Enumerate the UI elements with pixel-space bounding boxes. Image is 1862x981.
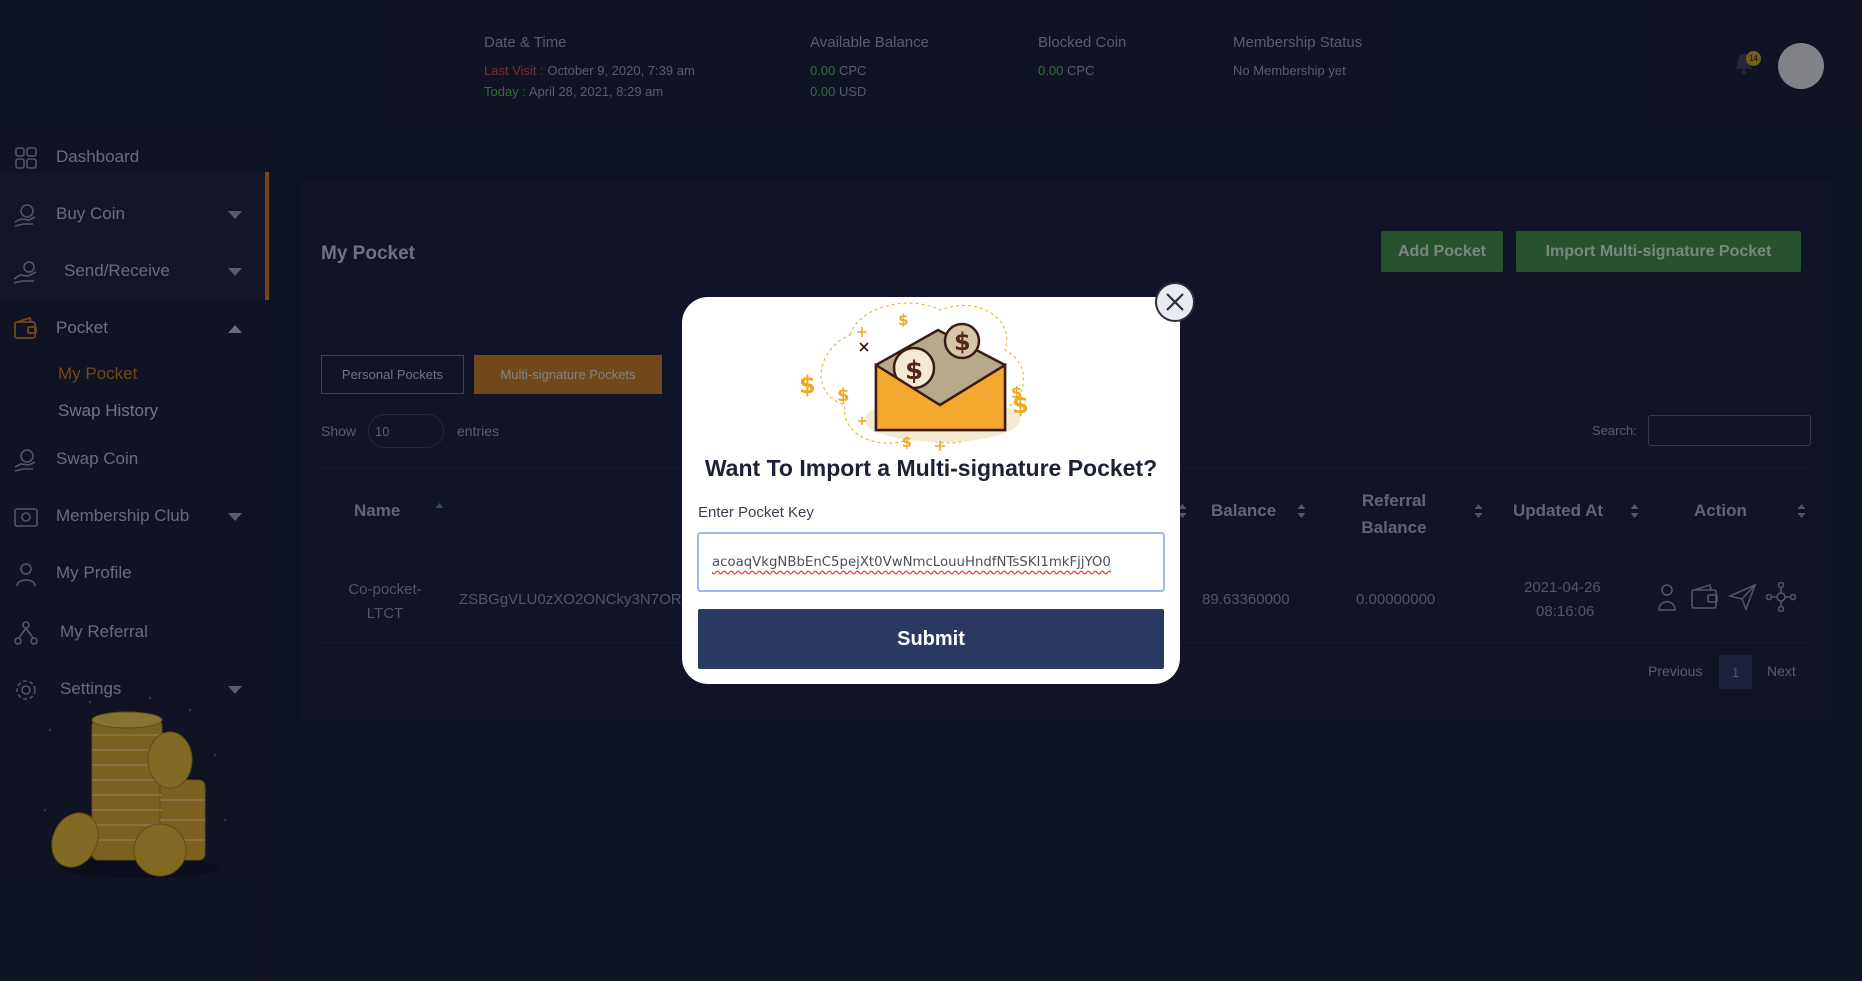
close-icon (1166, 293, 1184, 311)
pocket-key-input[interactable]: acoaqVkgNBbEnC5pejXt0VwNmcLouuHndfNTsSKI… (697, 532, 1165, 592)
money-envelope-illustration: $ $ $ $ $ $ $ $ (799, 302, 1029, 451)
close-modal-button[interactable] (1155, 282, 1195, 322)
modal-title: Want To Import a Multi-signature Pocket? (704, 455, 1158, 481)
svg-text:$: $ (837, 385, 850, 406)
svg-text:$: $ (799, 371, 816, 399)
svg-text:$: $ (1011, 383, 1022, 402)
svg-text:$: $ (954, 328, 971, 356)
svg-text:$: $ (898, 311, 908, 329)
submit-button[interactable]: Submit (698, 609, 1164, 669)
svg-text:$: $ (905, 356, 923, 386)
svg-text:$: $ (902, 435, 912, 451)
pocket-key-value: acoaqVkgNBbEnC5pejXt0VwNmcLouuHndfNTsSKI… (712, 554, 1111, 570)
pocket-key-label: Enter Pocket Key (698, 504, 814, 521)
